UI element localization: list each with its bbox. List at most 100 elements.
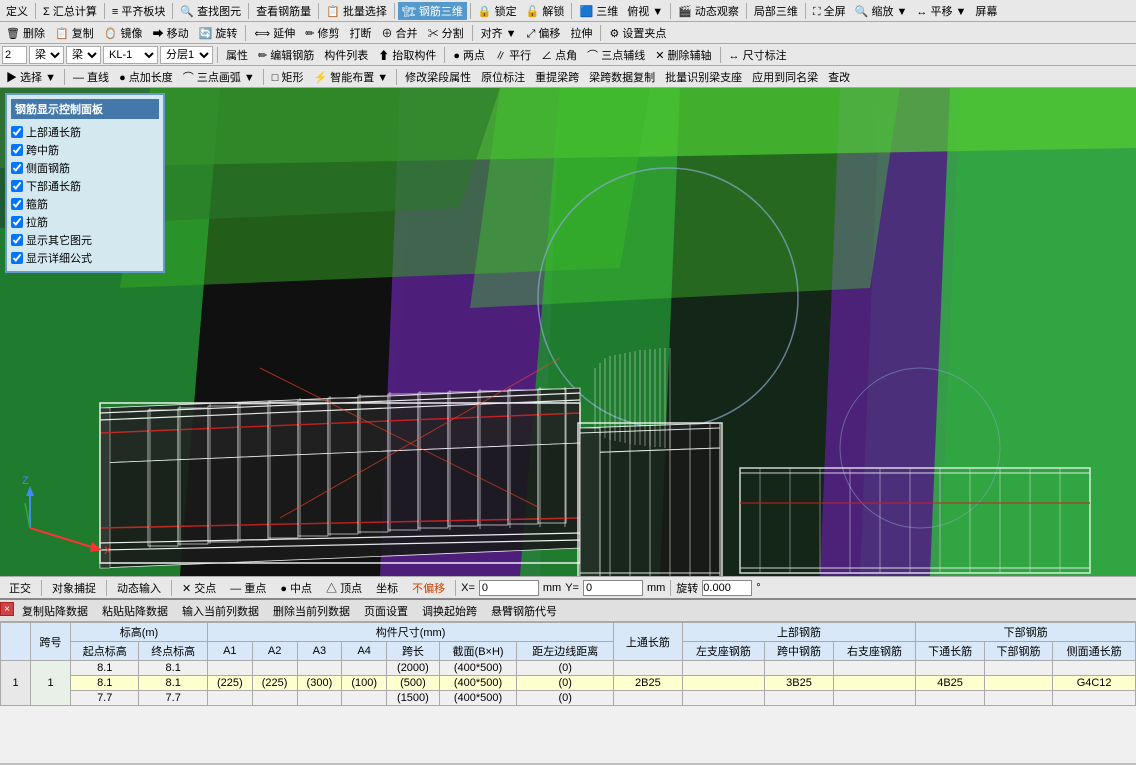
btn-delete[interactable]: 🗑 删除	[2, 24, 49, 42]
cb-tie-bar[interactable]: 拉筋	[11, 213, 159, 231]
cb-detail-formula[interactable]: 显示详细公式	[11, 249, 159, 267]
btn-break[interactable]: 打断	[346, 24, 376, 42]
btn-view-rebar[interactable]: 查看钢筋量	[252, 2, 315, 20]
data-panel-close-btn[interactable]: ×	[0, 602, 14, 616]
btn-select[interactable]: ▶ 选择 ▼	[2, 68, 60, 86]
cell-a3-1c[interactable]	[297, 691, 342, 706]
cell-elev-start-1c[interactable]: 7.7	[71, 691, 139, 706]
cell-top-through-1a[interactable]	[614, 661, 682, 676]
btn-rebar-3d[interactable]: 🏗 钢筋三维	[398, 2, 467, 20]
btn-line[interactable]: — 直线	[69, 68, 113, 86]
cell-a3-1a[interactable]	[297, 661, 342, 676]
cell-bot-through-1c[interactable]	[916, 691, 984, 706]
cell-right-sup-1c[interactable]	[833, 691, 916, 706]
cell-span-1a[interactable]: (2000)	[387, 661, 440, 676]
btn-smart-layout[interactable]: ⚡ 智能布置 ▼	[309, 68, 392, 86]
cb-mid-bar[interactable]: 跨中筋	[11, 141, 159, 159]
btn-cantilever-code[interactable]: 悬臂钢筋代号	[485, 602, 563, 620]
cell-a1-1b[interactable]: (225)	[207, 676, 252, 691]
btn-ortho[interactable]: 正交	[4, 578, 36, 598]
data-table-wrapper[interactable]: 跨号 标高(m) 构件尺寸(mm) 上通长筋 上部钢筋 下部钢筋 起点标高 终点…	[0, 622, 1136, 763]
cell-elev-end-1b[interactable]: 8.1	[139, 676, 207, 691]
cell-bot-rebar-1b[interactable]	[984, 676, 1052, 691]
btn-fullscreen[interactable]: ⛶ 全屏	[809, 2, 850, 20]
cell-left-sup-1a[interactable]	[682, 661, 765, 676]
btn-batch-select[interactable]: 📋 批量选择	[322, 2, 391, 20]
cell-span-1b[interactable]: (500)	[387, 676, 440, 691]
btn-lock[interactable]: 🔒 锁定	[474, 2, 521, 20]
btn-dimension[interactable]: ↔ 尺寸标注	[725, 46, 791, 64]
btn-endpoint[interactable]: — 重点	[225, 578, 271, 598]
cell-bot-rebar-1c[interactable]	[984, 691, 1052, 706]
btn-trim[interactable]: ✏ 修剪	[301, 24, 343, 42]
btn-sum[interactable]: Σ 汇总计算	[39, 2, 101, 20]
btn-extend[interactable]: ⟺ 延伸	[250, 24, 299, 42]
btn-in-place-label[interactable]: 原位标注	[477, 68, 529, 86]
btn-define[interactable]: 定义	[2, 2, 32, 20]
btn-align[interactable]: 对齐 ▼	[477, 24, 521, 42]
cell-elev-start-1b[interactable]: 8.1	[71, 676, 139, 691]
btn-rotate[interactable]: 🔄 旋转	[195, 24, 242, 42]
btn-dynamic-input[interactable]: 动态输入	[112, 578, 166, 598]
btn-point-length[interactable]: ● 点加长度	[115, 68, 177, 86]
btn-three-point-aux[interactable]: ⌒ 三点辅线	[583, 46, 649, 64]
btn-stretch[interactable]: 拉伸	[566, 24, 596, 42]
btn-no-offset[interactable]: 不偏移	[407, 578, 450, 598]
btn-check-modify[interactable]: 查改	[824, 68, 854, 86]
cell-a1-1a[interactable]	[207, 661, 252, 676]
btn-merge[interactable]: ⊕ 合并	[378, 24, 422, 42]
layer-select[interactable]: 分层1	[160, 46, 213, 64]
btn-screen[interactable]: 屏幕	[971, 2, 1001, 20]
cell-right-sup-1b[interactable]	[833, 676, 916, 691]
btn-copy-span-data[interactable]: 梁跨数据复制	[585, 68, 659, 86]
btn-move[interactable]: ➡ 移动	[149, 24, 193, 42]
btn-re-extract-span[interactable]: 重提梁跨	[531, 68, 583, 86]
cell-mid-1b[interactable]: 3B25	[765, 676, 833, 691]
cell-a4-1b[interactable]: (100)	[342, 676, 387, 691]
cell-side-1c[interactable]	[1053, 691, 1136, 706]
btn-mirror[interactable]: 🪞 镜像	[100, 24, 147, 42]
cell-left-sup-1c[interactable]	[682, 691, 765, 706]
cell-top-through-1b[interactable]: 2B25	[614, 676, 682, 691]
cb-other-elem[interactable]: 显示其它图元	[11, 231, 159, 249]
btn-modify-beam-prop[interactable]: 修改梁段属性	[401, 68, 475, 86]
btn-copy-descent[interactable]: 复制贴降数据	[16, 602, 94, 620]
cell-bot-through-1b[interactable]: 4B25	[916, 676, 984, 691]
cell-top-through-1c[interactable]	[614, 691, 682, 706]
btn-two-point[interactable]: ● 两点	[449, 46, 489, 64]
btn-align-board[interactable]: ≡ 平齐板块	[108, 2, 169, 20]
btn-set-grip[interactable]: ⚙ 设置夹点	[605, 24, 670, 42]
cell-section-1c[interactable]: (400*500)	[439, 691, 517, 706]
btn-object-snap[interactable]: 对象捕捉	[47, 578, 101, 598]
cell-a3-1b[interactable]: (300)	[297, 676, 342, 691]
btn-batch-identify[interactable]: 批量识别梁支座	[661, 68, 746, 86]
btn-input-col[interactable]: 输入当前列数据	[176, 602, 265, 620]
btn-rect[interactable]: □ 矩形	[268, 68, 308, 86]
btn-intersection[interactable]: ✕ 交点	[177, 578, 221, 598]
cb-top-through[interactable]: 上部通长筋	[11, 123, 159, 141]
btn-component-list[interactable]: 构件列表	[320, 46, 372, 64]
btn-split[interactable]: ✂ 分割	[424, 24, 468, 42]
btn-find-element[interactable]: 🔍 查找图元	[176, 2, 245, 20]
type2-select[interactable]: 梁	[66, 46, 101, 64]
cell-a4-1c[interactable]	[342, 691, 387, 706]
cb-side-bar[interactable]: 侧面钢筋	[11, 159, 159, 177]
cell-a2-1c[interactable]	[252, 691, 297, 706]
cell-a1-1c[interactable]	[207, 691, 252, 706]
btn-page-setup[interactable]: 页面设置	[358, 602, 414, 620]
cell-a2-1b[interactable]: (225)	[252, 676, 297, 691]
cb-stirrup[interactable]: 箍筋	[11, 195, 159, 213]
btn-edit-rebar[interactable]: ✏ 编辑钢筋	[254, 46, 318, 64]
layer-num-input[interactable]	[2, 46, 27, 64]
cell-elev-end-1c[interactable]: 7.7	[139, 691, 207, 706]
btn-copy[interactable]: 📋 复制	[51, 24, 98, 42]
cell-elev-start-1a[interactable]: 8.1	[71, 661, 139, 676]
cell-edge-1a[interactable]: (0)	[517, 661, 614, 676]
btn-apply-same-name[interactable]: 应用到同名梁	[748, 68, 822, 86]
cell-bot-rebar-1a[interactable]	[984, 661, 1052, 676]
btn-point-angle[interactable]: ∠ 点角	[537, 46, 581, 64]
cell-a2-1a[interactable]	[252, 661, 297, 676]
cell-edge-1b[interactable]: (0)	[517, 676, 614, 691]
cell-side-1a[interactable]	[1053, 661, 1136, 676]
btn-local-3d[interactable]: 局部三维	[750, 2, 802, 20]
